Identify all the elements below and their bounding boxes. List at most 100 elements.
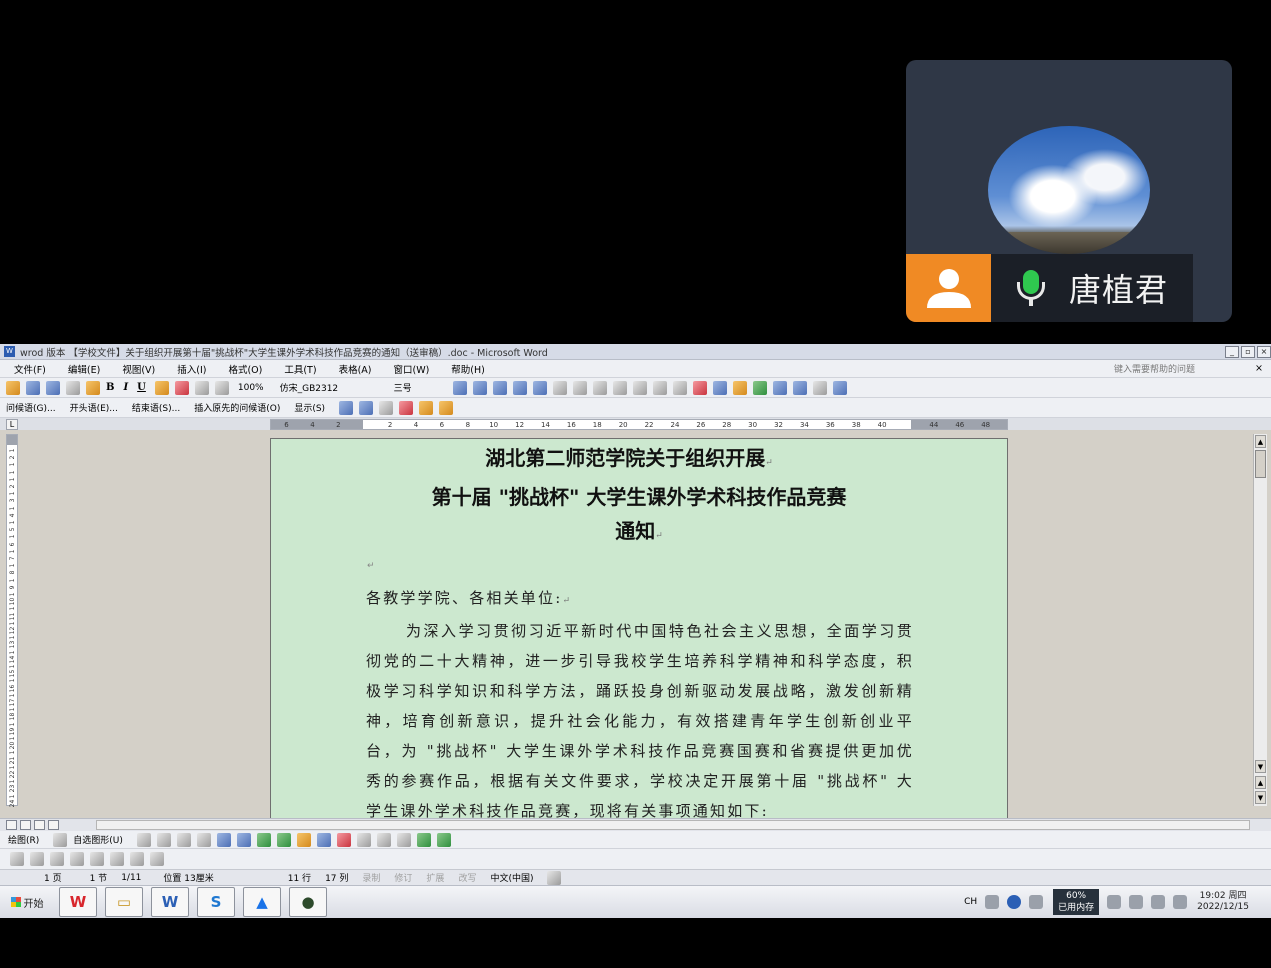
start-button[interactable]: 开始 <box>3 890 51 914</box>
font-select[interactable]: 仿宋_GB2312 <box>277 381 381 394</box>
3d-icon[interactable] <box>436 832 451 847</box>
indent-icon[interactable] <box>652 380 667 395</box>
delete-comment-icon[interactable] <box>399 400 414 415</box>
accept-change-icon[interactable] <box>339 400 354 415</box>
minimize-button[interactable]: _ <box>1225 345 1239 358</box>
track-changes-icon[interactable] <box>439 400 454 415</box>
menu-window[interactable]: 窗口(W) <box>393 362 429 376</box>
research-icon[interactable] <box>732 380 747 395</box>
justify-icon[interactable] <box>512 380 527 395</box>
new-comment-icon[interactable] <box>379 400 394 415</box>
taskbar-meeting-app[interactable]: ▲ <box>243 887 281 917</box>
settings-tray-icon[interactable] <box>1029 895 1044 909</box>
draw-menu-button[interactable]: 绘图(R) <box>8 833 39 846</box>
format-painter-icon[interactable] <box>86 380 100 395</box>
show-markup-button[interactable]: 显示(S) <box>294 401 325 414</box>
fill-color-icon[interactable] <box>296 832 311 847</box>
taskbar-wps-app[interactable]: W <box>59 887 97 917</box>
scroll-down-icon[interactable]: ▼ <box>1255 760 1266 773</box>
font-color-icon[interactable] <box>174 380 189 395</box>
web-view-icon[interactable] <box>20 820 31 830</box>
oval-icon[interactable] <box>196 832 211 847</box>
participant-video-tile[interactable]: 唐植君 <box>906 60 1232 322</box>
italic-button[interactable]: I <box>123 382 128 393</box>
zoom-select[interactable]: 100% <box>235 383 267 393</box>
memory-usage-widget[interactable]: 60% 已用内存 <box>1053 889 1100 915</box>
reject-change-icon[interactable] <box>359 400 374 415</box>
previous-page-icon[interactable]: ▲ <box>1255 776 1266 789</box>
rectangle-icon[interactable] <box>176 832 191 847</box>
picture-icon[interactable] <box>276 832 291 847</box>
tool-a-icon[interactable] <box>10 852 24 866</box>
closing-button[interactable]: 结束语(S)... <box>132 401 180 414</box>
network-icon[interactable] <box>1151 895 1166 909</box>
status-overtype[interactable]: 改写 <box>458 871 476 884</box>
close-button[interactable]: × <box>1257 345 1271 358</box>
tool-e-icon[interactable] <box>90 852 104 866</box>
line-icon[interactable] <box>136 832 151 847</box>
vertical-ruler[interactable]: 1 2 1 1 1 2 1 3 1 4 1 5 1 6 1 7 1 8 1 9 1 10 1 11 1 12 1 13 1 14 1 15 1 1… <box>6 434 18 807</box>
redo-icon[interactable] <box>552 380 567 395</box>
menu-table[interactable]: 表格(A) <box>339 362 372 376</box>
drawing-icon[interactable] <box>792 380 807 395</box>
status-record[interactable]: 录制 <box>362 871 380 884</box>
tool-h-icon[interactable] <box>150 852 164 866</box>
spelling-status-icon[interactable] <box>547 870 562 885</box>
line-color-icon[interactable] <box>316 832 331 847</box>
bold-button[interactable]: B <box>106 382 114 393</box>
volume-icon[interactable] <box>1129 895 1144 909</box>
input-language[interactable]: CH <box>964 897 977 907</box>
scroll-up-icon[interactable]: ▲ <box>1255 435 1266 448</box>
greeting-button[interactable]: 问候语(G)... <box>6 401 56 414</box>
menu-format[interactable]: 格式(O) <box>228 362 262 376</box>
align-center-icon[interactable] <box>472 380 487 395</box>
horizontal-ruler[interactable]: 6 4 2 2 4 6 8 10 12 14 16 18 20 22 24 26 28 30 32 34 36 38 40 4… <box>270 419 1008 430</box>
taskbar-explorer-app[interactable]: ▭ <box>105 887 143 917</box>
taskbar-other-app[interactable]: ● <box>289 887 327 917</box>
clock[interactable]: 19:02 周四 2022/12/15 <box>1197 891 1249 913</box>
autoshapes-menu-button[interactable]: 自选图形(U) <box>73 833 123 846</box>
table-icon[interactable] <box>772 380 787 395</box>
keyboard-icon[interactable] <box>985 895 1000 909</box>
arrow-style-icon[interactable] <box>396 832 411 847</box>
status-track[interactable]: 修订 <box>394 871 412 884</box>
usb-icon[interactable] <box>1173 895 1188 909</box>
menu-view[interactable]: 视图(V) <box>122 362 155 376</box>
restore-button[interactable]: ▫ <box>1241 345 1255 358</box>
horizontal-scrollbar[interactable] <box>96 820 1250 830</box>
normal-view-icon[interactable] <box>6 820 17 830</box>
font-color-draw-icon[interactable] <box>336 832 351 847</box>
font-grow-icon[interactable] <box>214 380 229 395</box>
tool-b-icon[interactable] <box>30 852 44 866</box>
select-objects-icon[interactable] <box>53 832 68 847</box>
help-icon[interactable] <box>832 380 847 395</box>
print-preview-icon[interactable] <box>692 380 707 395</box>
align-left-icon[interactable] <box>452 380 467 395</box>
clipart-icon[interactable] <box>256 832 271 847</box>
tool-c-icon[interactable] <box>50 852 64 866</box>
show-hide-icon[interactable] <box>812 380 827 395</box>
help-search-input[interactable]: 键入需要帮助的问题 <box>1114 362 1195 375</box>
font-size-select[interactable]: 三号 <box>391 381 443 394</box>
arrow-icon[interactable] <box>156 832 171 847</box>
strikethrough-icon[interactable] <box>194 380 209 395</box>
window-titlebar[interactable]: W wrod 版本 【学校文件】关于组织开展第十届"挑战杯"大学生课外学术科技作… <box>0 344 1271 360</box>
columns-icon[interactable] <box>572 380 587 395</box>
outline-view-icon[interactable] <box>48 820 59 830</box>
insert-greeting-button[interactable]: 插入原先的问候语(O) <box>194 401 280 414</box>
undo-icon[interactable] <box>532 380 547 395</box>
hyperlink-icon[interactable] <box>752 380 767 395</box>
dash-style-icon[interactable] <box>376 832 391 847</box>
line-style-icon[interactable] <box>356 832 371 847</box>
reviewing-pane-icon[interactable] <box>419 400 434 415</box>
next-page-icon[interactable]: ▼ <box>1255 791 1266 804</box>
save-icon[interactable] <box>46 380 60 395</box>
menu-help[interactable]: 帮助(H) <box>451 362 485 376</box>
align-right-icon[interactable] <box>492 380 507 395</box>
tool-d-icon[interactable] <box>70 852 84 866</box>
tool-f-icon[interactable] <box>110 852 124 866</box>
wordart-icon[interactable] <box>236 832 251 847</box>
microphone-icon[interactable] <box>1011 268 1051 308</box>
border-icon[interactable] <box>672 380 687 395</box>
vertical-scrollbar[interactable]: ▲ ▼ ▲ ▼ <box>1253 434 1267 806</box>
